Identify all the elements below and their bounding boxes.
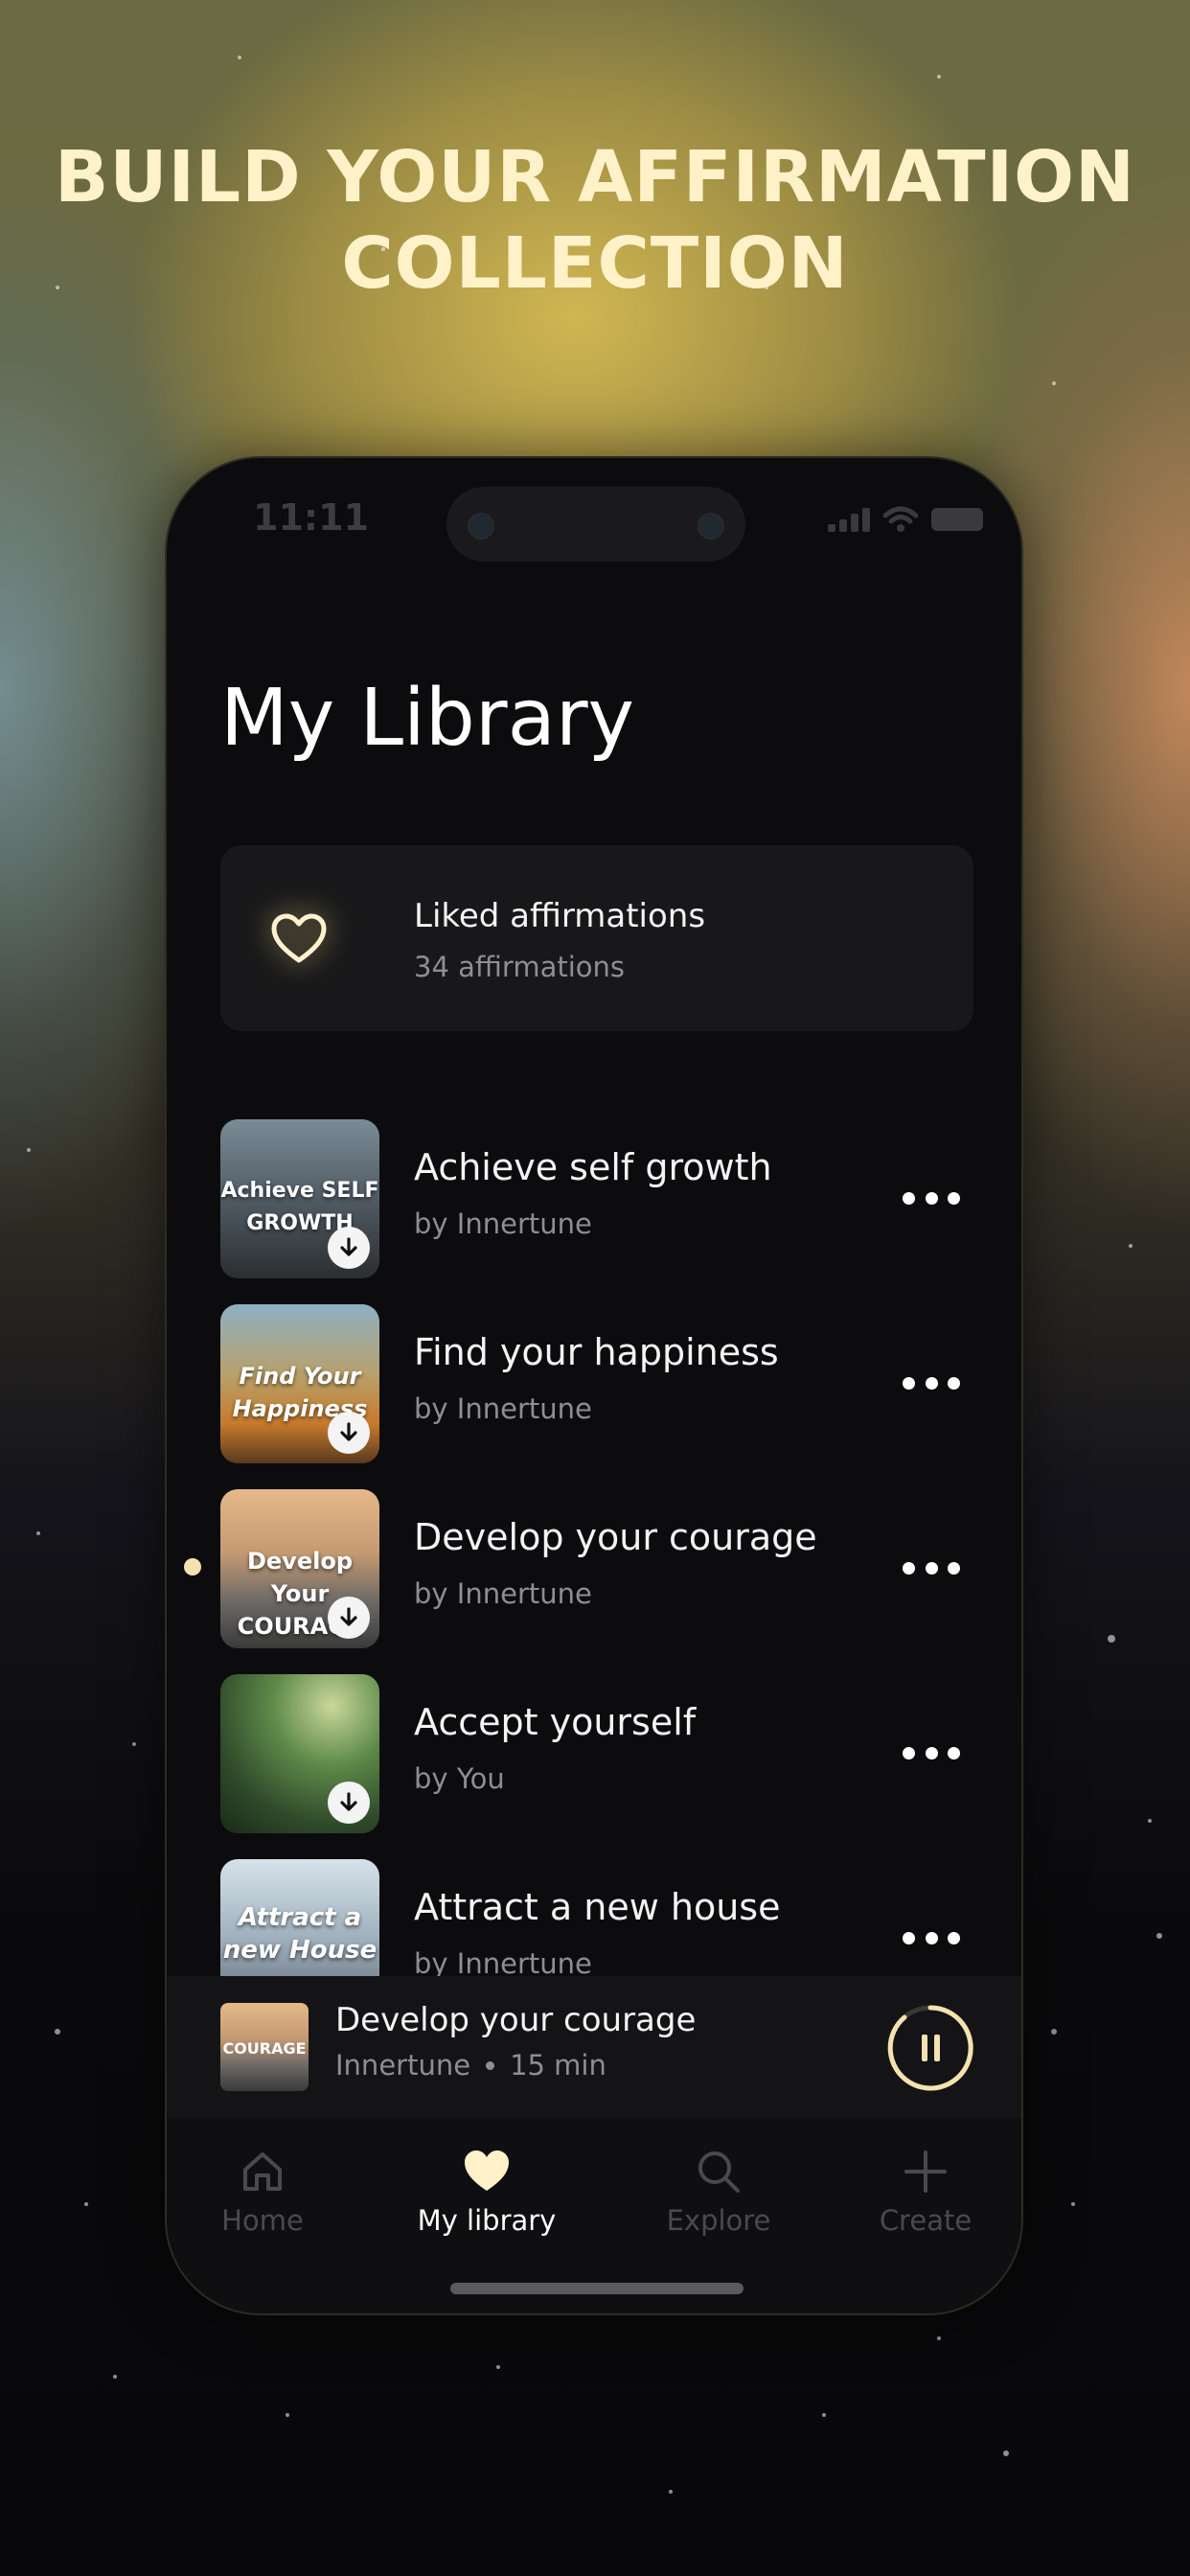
mini-player[interactable]: COURAGE Develop your courage Innertune 1… [167,1976,1021,2118]
plus-icon [904,2150,947,2193]
item-title: Achieve self growth [414,1146,772,1188]
cover-caption: Attract a new House [222,1903,378,1965]
promo-headline: BUILD YOUR AFFIRMATION COLLECTION [0,134,1190,307]
tab-create-label: Create [879,2204,973,2237]
tab-my-library[interactable]: My library [391,2147,583,2237]
home-icon [243,2152,282,2191]
library-list: Achieve SELF GROWTH Achieve self growth … [220,1119,973,2097]
headline-line-1: BUILD YOUR AFFIRMATION [55,136,1135,218]
more-options-button[interactable] [903,1551,960,1585]
page-title: My Library [220,673,635,764]
item-title: Attract a new house [414,1886,781,1928]
status-icons [828,506,983,533]
tab-create[interactable]: Create [830,2147,1021,2237]
sensor-icon [698,513,724,540]
more-options-button[interactable] [903,1181,960,1215]
item-author: by Innertune [414,1577,592,1610]
tab-explore[interactable]: Explore [623,2147,814,2237]
tab-home[interactable]: Home [167,2147,358,2237]
mini-player-duration: 15 min [510,2049,606,2082]
tab-my-library-label: My library [417,2204,557,2237]
item-title: Accept yourself [414,1701,697,1743]
heart-outline-icon [271,913,327,963]
mini-player-artist: Innertune [335,2049,471,2082]
library-item[interactable]: Find Your Happiness Find your happiness … [220,1304,973,1463]
home-indicator[interactable] [450,2283,744,2294]
cover-thumbnail [220,1674,379,1833]
item-title: Find your happiness [414,1331,779,1373]
more-options-button[interactable] [903,1366,960,1400]
mini-player-cover: COURAGE [220,2003,309,2091]
mini-player-title: Develop your courage [335,2001,697,2039]
now-playing-indicator [184,1558,201,1576]
item-title: Develop your courage [414,1516,817,1558]
mini-cover-caption: COURAGE [222,2039,307,2058]
download-icon [328,1412,370,1454]
pause-button[interactable] [885,2003,975,2093]
item-author: by Innertune [414,1947,592,1980]
liked-affirmations-card[interactable]: Liked affirmations 34 affirmations [220,845,973,1031]
heart-icon [465,2150,509,2191]
tab-home-label: Home [221,2204,304,2237]
camera-lens-icon [468,513,494,540]
download-icon [328,1227,370,1269]
item-author: by You [414,1762,505,1795]
tab-explore-label: Explore [666,2204,771,2237]
liked-affirmations-title: Liked affirmations [414,897,706,935]
headline-line-2: COLLECTION [341,222,849,305]
dynamic-island [446,487,745,562]
library-item[interactable]: Achieve SELF GROWTH Achieve self growth … [220,1119,973,1278]
wifi-icon [883,506,918,532]
item-author: by Innertune [414,1208,592,1240]
liked-affirmations-count: 34 affirmations [414,951,626,983]
more-options-button[interactable] [903,1736,960,1770]
status-time: 11:11 [253,496,369,539]
search-icon [698,2151,740,2193]
cover-thumbnail: Achieve SELF GROWTH [220,1119,379,1278]
download-icon [328,1782,370,1824]
tab-bar: Home My library Explore Create [167,2118,1021,2313]
separator-dot [486,2060,495,2070]
item-author: by Innertune [414,1392,592,1425]
cover-thumbnail: Develop Your COURAGE [220,1489,379,1648]
more-options-button[interactable] [903,1920,960,1955]
download-icon [328,1597,370,1639]
cover-thumbnail: Find Your Happiness [220,1304,379,1463]
mini-player-meta: Innertune 15 min [335,2049,606,2082]
cellular-signal-icon [828,507,870,532]
library-item[interactable]: Accept yourself by You [220,1674,973,1833]
library-item[interactable]: Develop Your COURAGE Develop your courag… [220,1489,973,1648]
battery-icon [931,508,983,531]
phone-frame: 11:11 My Library Liked affirmations 34 a… [165,456,1023,2315]
pause-icon [922,2035,927,2061]
